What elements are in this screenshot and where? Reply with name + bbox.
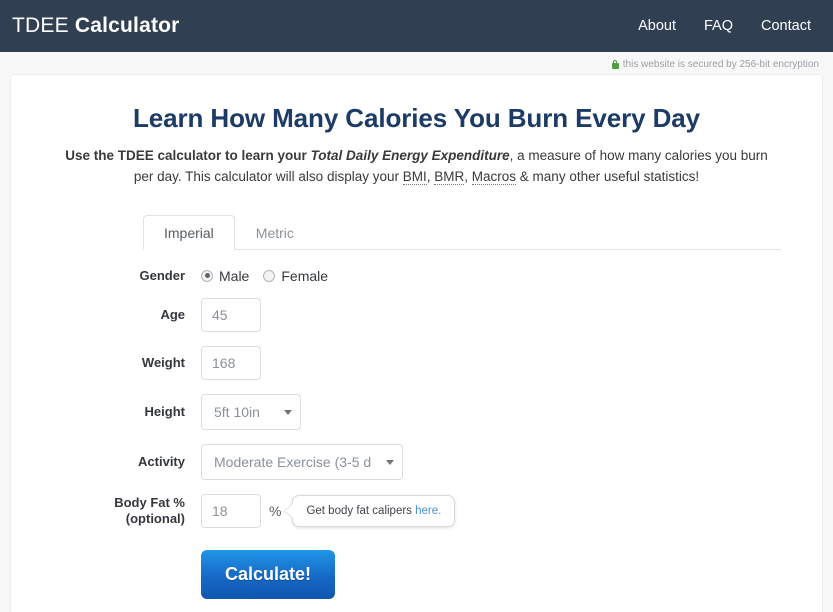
main-nav: About FAQ Contact: [638, 18, 811, 34]
height-select[interactable]: 5ft 10in: [201, 394, 301, 431]
submit-row: Calculate!: [11, 550, 822, 600]
description-emphasis: Total Daily Energy Expenditure: [310, 148, 510, 163]
secure-notice: this website is secured by 256-bit encry…: [611, 58, 819, 70]
brand-bold-text: Calculator: [74, 14, 180, 37]
weight-input[interactable]: [201, 346, 261, 381]
calculate-button[interactable]: Calculate!: [201, 550, 336, 600]
description-sep-2: ,: [464, 168, 472, 184]
gender-label: Gender: [139, 267, 185, 283]
activity-select[interactable]: Moderate Exercise (3-5 d: [201, 444, 403, 481]
radio-male-icon[interactable]: [201, 269, 213, 282]
bodyfat-tooltip-text: Get body fat calipers: [306, 505, 416, 518]
abbr-macros[interactable]: Macros: [471, 168, 517, 185]
tab-imperial[interactable]: Imperial: [143, 214, 235, 250]
form-row-bodyfat: Body Fat % (optional) % Get body fat cal…: [11, 494, 822, 529]
bodyfat-tooltip-link[interactable]: here.: [415, 505, 441, 517]
percent-sign: %: [269, 503, 282, 520]
height-label: Height: [144, 403, 185, 419]
bodyfat-label-line1: Body Fat %: [114, 494, 185, 510]
form-row-weight: Weight: [11, 346, 822, 381]
age-input[interactable]: [201, 298, 261, 333]
tdee-form: Gender Male Female Age 45 Weight 168 Hei…: [11, 250, 822, 600]
gender-option-male[interactable]: Male: [201, 268, 249, 284]
unit-tabs: Imperial Metric: [143, 214, 781, 250]
gender-female-label: Female: [281, 267, 329, 284]
lock-icon: [611, 59, 619, 69]
age-label: Age: [160, 306, 185, 322]
content-card: Learn How Many Calories You Burn Every D…: [10, 74, 823, 612]
gender-radio-group: Male Female: [201, 268, 328, 284]
radio-female-icon[interactable]: [263, 269, 276, 282]
page-description: Use the TDEE calculator to learn your To…: [61, 146, 773, 188]
page-title: Learn How Many Calories You Burn Every D…: [132, 103, 700, 133]
secure-bar: this website is secured by 256-bit encry…: [0, 52, 833, 74]
form-row-age: Age: [11, 298, 822, 333]
nav-link-contact[interactable]: Contact: [761, 18, 811, 34]
nav-link-about[interactable]: About: [638, 18, 676, 34]
form-row-gender: Gender Male Female: [11, 268, 822, 284]
bodyfat-label: Body Fat % (optional): [11, 495, 201, 528]
weight-label: Weight: [141, 354, 185, 370]
form-row-height: Height 5ft 10in: [11, 394, 822, 431]
nav-link-faq[interactable]: FAQ: [704, 18, 733, 34]
activity-select-value[interactable]: Moderate Exercise (3-5 d: [201, 444, 403, 481]
secure-notice-text: this website is secured by 256-bit encry…: [622, 58, 819, 70]
bodyfat-tooltip: Get body fat calipers here.: [284, 495, 456, 528]
site-header: TDEE Calculator About FAQ Contact: [0, 0, 833, 52]
bodyfat-label-line2: (optional): [125, 511, 185, 527]
abbr-bmr[interactable]: BMR: [434, 168, 465, 185]
bodyfat-input[interactable]: [201, 494, 261, 529]
form-row-activity: Activity Moderate Exercise (3-5 d: [11, 444, 822, 481]
abbr-bmi[interactable]: BMI: [402, 168, 427, 185]
description-lead: Use the TDEE calculator to learn your: [65, 148, 311, 163]
brand-logo[interactable]: TDEE Calculator: [12, 14, 180, 38]
brand-light-text: TDEE: [12, 14, 75, 37]
activity-label: Activity: [138, 453, 185, 469]
gender-option-female[interactable]: Female: [263, 268, 328, 284]
height-select-value[interactable]: 5ft 10in: [201, 394, 301, 431]
description-rest-2: & many other useful statistics!: [516, 168, 700, 184]
tab-metric[interactable]: Metric: [235, 215, 315, 250]
gender-male-label: Male: [219, 267, 250, 284]
